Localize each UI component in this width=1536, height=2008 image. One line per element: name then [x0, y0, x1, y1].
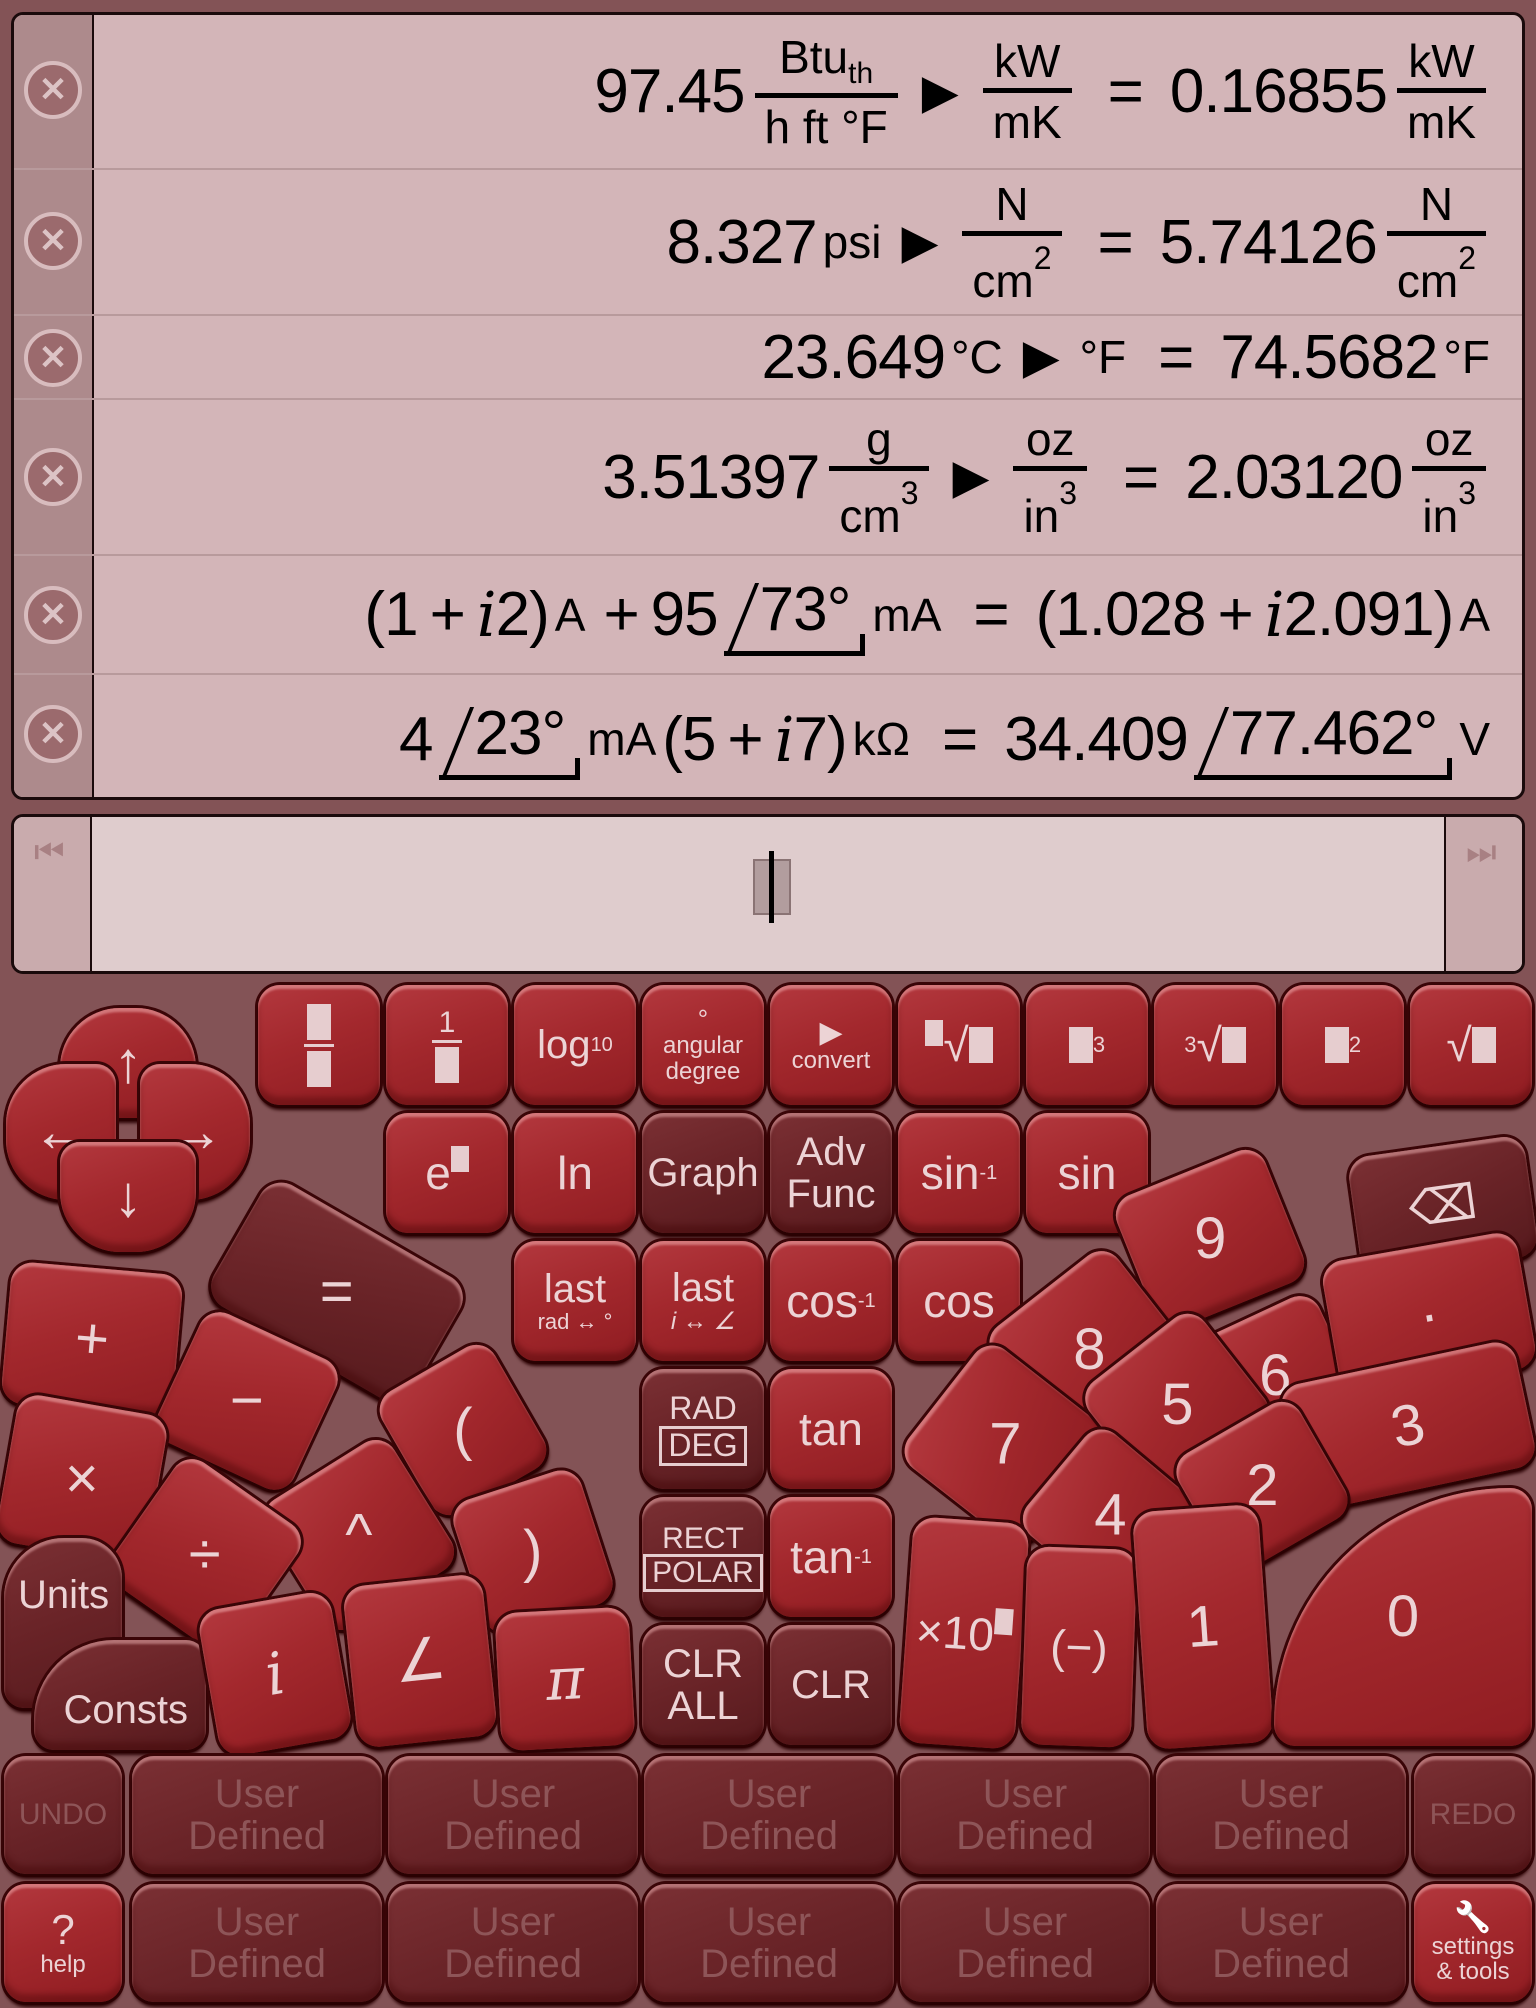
- pi-key[interactable]: π: [494, 1606, 636, 1752]
- active-mode-indicator: DEG: [659, 1426, 747, 1466]
- history-row[interactable]: ✕ 97.45 Btuth h ft °F ▶ kW mK = 0.16855 kW…: [14, 15, 1522, 170]
- adv-func-key[interactable]: Adv Func: [770, 1113, 892, 1233]
- result-value: 1.028: [1055, 580, 1206, 649]
- angular-degree-key[interactable]: ° angular degree: [642, 985, 764, 1105]
- backspace-icon: ⌫: [1405, 1175, 1481, 1238]
- history-row[interactable]: ✕ (1 + i 2) A + 95 73° mA = (1.028 + i 2.0…: [14, 556, 1522, 675]
- delete-entry-icon[interactable]: ✕: [24, 448, 82, 506]
- arctan-key[interactable]: tan -1: [770, 1497, 892, 1617]
- user-defined-key[interactable]: User Defined: [1156, 1756, 1406, 1874]
- fraction-key[interactable]: [258, 985, 380, 1105]
- arccos-key[interactable]: cos -1: [770, 1241, 892, 1361]
- history-expression: 3.51397 g cm3 ▶ oz in3 = 2.03120 oz in3: [602, 400, 1496, 554]
- help-icon: ?: [51, 1906, 75, 1954]
- history-panel: ✕ 97.45 Btuth h ft °F ▶ kW mK = 0.16855 kW…: [11, 12, 1525, 800]
- skip-end-icon[interactable]: ⏭: [1466, 833, 1497, 872]
- history-row[interactable]: ✕ 23.649 °C ▶ °F = 74.5682 °F: [14, 316, 1522, 400]
- angle-symbol: 73°: [723, 574, 866, 656]
- square-key[interactable]: 2: [1282, 985, 1404, 1105]
- negate-key[interactable]: (−): [1020, 1546, 1138, 1748]
- convert-arrow-icon: ▶: [921, 65, 959, 119]
- active-mode-indicator: POLAR: [643, 1554, 763, 1592]
- result-value: 2.091: [1283, 580, 1435, 649]
- last-rad-deg-key[interactable]: last rad ↔ °: [514, 1241, 636, 1361]
- plus-key[interactable]: +: [0, 1260, 184, 1418]
- arrow-up-icon: ↑: [113, 1029, 143, 1095]
- delete-entry-icon[interactable]: ✕: [24, 329, 82, 387]
- nth-root-key[interactable]: √: [898, 985, 1020, 1105]
- history-row[interactable]: ✕ 3.51397 g cm3 ▶ oz in3 = 2.03120 oz in3: [14, 400, 1522, 556]
- delete-entry-icon[interactable]: ✕: [24, 212, 82, 270]
- user-defined-key[interactable]: User Defined: [900, 1884, 1150, 2002]
- history-expression: (1 + i 2) A + 95 73° mA = (1.028 + i 2.091…: [364, 556, 1496, 673]
- convert-arrow-icon: ▶: [1022, 331, 1060, 384]
- redo-key[interactable]: REDO: [1414, 1756, 1532, 1874]
- text-cursor: [753, 851, 791, 923]
- cursor-down-key[interactable]: ↓: [60, 1142, 196, 1252]
- ln-key[interactable]: ln: [514, 1113, 636, 1233]
- delete-entry-icon[interactable]: ✕: [24, 586, 82, 644]
- delete-entry-icon[interactable]: ✕: [24, 705, 82, 763]
- user-defined-key[interactable]: User Defined: [388, 1884, 638, 2002]
- log10-key[interactable]: log 10: [514, 985, 636, 1105]
- exponent-10-key[interactable]: ×10: [898, 1516, 1030, 1750]
- user-defined-key[interactable]: User Defined: [644, 1756, 894, 1874]
- input-field[interactable]: ⏮ ⏭: [11, 814, 1525, 974]
- result-value: 0.16855: [1169, 57, 1388, 126]
- history-row[interactable]: ✕ 4 23° mA (5 + i 7) kΩ = 34.409 77.462° …: [14, 675, 1522, 797]
- user-defined-key[interactable]: User Defined: [900, 1756, 1150, 1874]
- cube-root-key[interactable]: 3 √: [1154, 985, 1276, 1105]
- result-value: 5.74126: [1159, 207, 1378, 277]
- history-expression: 97.45 Btuth h ft °F ▶ kW mK = 0.16855 kW mK: [594, 15, 1496, 168]
- settings-tools-key[interactable]: 🔧 settings & tools: [1414, 1884, 1532, 2002]
- angle-key[interactable]: ∠: [341, 1573, 499, 1749]
- history-expression: 23.649 °C ▶ °F = 74.5682 °F: [761, 322, 1490, 392]
- arcsin-key[interactable]: sin -1: [898, 1113, 1020, 1233]
- imaginary-key[interactable]: i: [196, 1589, 354, 1759]
- cube-key[interactable]: 3: [1026, 985, 1148, 1105]
- clear-all-key[interactable]: CLR ALL: [642, 1625, 764, 1745]
- graph-key[interactable]: Graph: [642, 1113, 764, 1233]
- convert-arrow-icon: ▶: [952, 451, 990, 504]
- result-value: 74.5682: [1220, 322, 1438, 392]
- last-rect-polar-key[interactable]: last i ↔ ∠: [642, 1241, 764, 1361]
- user-defined-key[interactable]: User Defined: [132, 1756, 382, 1874]
- rect-polar-toggle[interactable]: RECT POLAR: [642, 1497, 764, 1617]
- convert-arrow-icon: ▶: [901, 216, 939, 269]
- user-defined-key[interactable]: User Defined: [388, 1756, 638, 1874]
- user-defined-key[interactable]: User Defined: [644, 1884, 894, 2002]
- digit-1-key[interactable]: 1: [1131, 1503, 1275, 1751]
- direction-pad: ↑ ← → ↓: [6, 1008, 250, 1252]
- angle-symbol: 23°: [438, 698, 581, 780]
- undo-key[interactable]: UNDO: [4, 1756, 122, 1874]
- history-row[interactable]: ✕ 8.327 psi ▶ Ncm2 = 5.74126 Ncm2: [14, 170, 1522, 316]
- exp-key[interactable]: e: [386, 1113, 508, 1233]
- history-expression: 4 23° mA (5 + i 7) kΩ = 34.409 77.462° V: [399, 675, 1496, 797]
- help-key[interactable]: ? help: [4, 1884, 122, 2002]
- scroll-right-button[interactable]: ⏭: [1444, 817, 1522, 971]
- arrow-down-icon: ↓: [113, 1163, 143, 1229]
- delete-entry-icon[interactable]: ✕: [24, 61, 82, 119]
- history-expression: 8.327 psi ▶ Ncm2 = 5.74126 Ncm2: [667, 170, 1496, 314]
- user-defined-key[interactable]: User Defined: [1156, 1884, 1406, 2002]
- clear-key[interactable]: CLR: [770, 1625, 892, 1745]
- tan-key[interactable]: tan: [770, 1369, 892, 1489]
- skip-start-icon[interactable]: ⏮: [34, 833, 65, 872]
- reciprocal-key[interactable]: 1: [386, 985, 508, 1105]
- rad-deg-toggle[interactable]: RAD DEG: [642, 1369, 764, 1489]
- sqrt-key[interactable]: √: [1410, 985, 1532, 1105]
- scroll-left-button[interactable]: ⏮: [14, 817, 92, 971]
- wrench-icon: 🔧: [1454, 1901, 1492, 1935]
- result-value: 2.03120: [1185, 442, 1403, 512]
- user-defined-key[interactable]: User Defined: [132, 1884, 382, 2002]
- result-value: 34.409: [1004, 704, 1189, 774]
- convert-key[interactable]: ▶ convert: [770, 985, 892, 1105]
- angle-symbol: 77.462°: [1193, 698, 1453, 780]
